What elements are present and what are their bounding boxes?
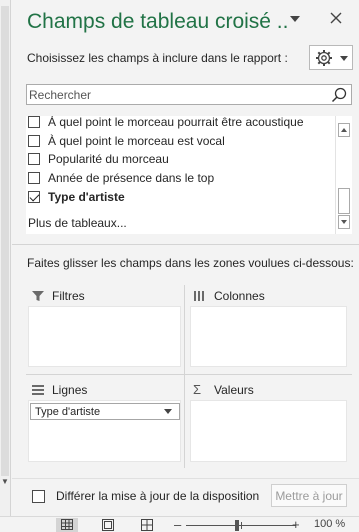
field-item[interactable]: Année de présence dans le top bbox=[28, 168, 214, 187]
field-item[interactable]: À quel point le morceau pourrait être ac… bbox=[28, 116, 304, 131]
field-item[interactable]: À quel point le morceau est vocal bbox=[28, 131, 225, 150]
row-field-label: Type d'artiste bbox=[35, 405, 101, 418]
field-label: À quel point le morceau pourrait être ac… bbox=[48, 116, 304, 129]
filters-drop-zone[interactable] bbox=[28, 306, 181, 367]
field-list-scrollbar[interactable] bbox=[335, 116, 352, 234]
field-search-box[interactable] bbox=[26, 84, 352, 105]
field-label: Popularité du morceau bbox=[48, 151, 169, 166]
section-divider bbox=[12, 244, 359, 245]
pivot-field-list-pane: Champs de tableau croisé .. Choisissez l… bbox=[12, 0, 359, 516]
values-area-header: Σ Valeurs bbox=[193, 383, 254, 397]
field-item[interactable]: Popularité du morceau bbox=[28, 149, 169, 168]
page-layout-view-icon[interactable] bbox=[97, 518, 119, 532]
field-checkbox[interactable] bbox=[28, 152, 40, 165]
close-icon[interactable] bbox=[328, 10, 344, 26]
sigma-icon: Σ bbox=[193, 382, 202, 397]
columns-icon bbox=[193, 290, 207, 302]
search-input[interactable] bbox=[27, 85, 327, 104]
defer-update-checkbox[interactable] bbox=[32, 489, 45, 503]
zoom-in-button[interactable]: + bbox=[292, 517, 300, 532]
defer-update-label: Différer la mise à jour de la dispositio… bbox=[56, 489, 260, 503]
defer-update-toggle[interactable]: Différer la mise à jour de la dispositio… bbox=[32, 489, 259, 503]
page-break-view-icon[interactable] bbox=[136, 518, 158, 532]
values-label: Valeurs bbox=[214, 383, 254, 397]
scrollbar-thumb[interactable] bbox=[338, 188, 350, 214]
chevron-down-icon[interactable] bbox=[164, 409, 172, 414]
field-checkbox-checked[interactable] bbox=[28, 190, 40, 203]
columns-drop-zone[interactable] bbox=[190, 306, 347, 367]
row-field-pill[interactable]: Type d'artiste bbox=[30, 403, 180, 420]
zoom-slider-thumb[interactable] bbox=[235, 520, 239, 531]
pane-footer: Différer la mise à jour de la dispositio… bbox=[12, 478, 359, 516]
areas-hint: Faites glisser les champs dans les zones… bbox=[27, 256, 354, 270]
columns-area-header: Colonnes bbox=[193, 289, 265, 303]
status-bar: – + 100 % bbox=[0, 516, 359, 532]
pane-options-dropdown-icon[interactable] bbox=[288, 12, 302, 26]
rows-area-header: Lignes bbox=[31, 383, 87, 397]
rows-icon bbox=[31, 384, 45, 396]
field-label: Année de présence dans le top bbox=[48, 170, 215, 185]
field-checkbox[interactable] bbox=[28, 134, 40, 147]
update-button[interactable]: Mettre à jour bbox=[271, 484, 347, 507]
scroll-down-arrow-icon[interactable]: ▼ bbox=[0, 476, 10, 488]
normal-view-icon[interactable] bbox=[56, 518, 78, 532]
sheet-vertical-scrollbar[interactable]: ▼ bbox=[0, 0, 11, 516]
filters-label: Filtres bbox=[52, 289, 85, 303]
field-list: À quel point le morceau pourrait être ac… bbox=[26, 116, 352, 234]
scroll-down-arrow-icon[interactable] bbox=[338, 215, 350, 229]
rows-label: Lignes bbox=[52, 383, 88, 397]
search-icon[interactable] bbox=[331, 87, 347, 103]
field-label: Type d'artiste bbox=[48, 189, 125, 204]
zone-divider bbox=[184, 285, 185, 468]
filters-area-header: Filtres bbox=[31, 289, 85, 303]
tools-button[interactable] bbox=[309, 45, 353, 70]
columns-label: Colonnes bbox=[214, 289, 265, 303]
field-label: À quel point le morceau est vocal bbox=[48, 133, 225, 148]
zoom-level[interactable]: 100 % bbox=[314, 518, 345, 530]
scroll-up-arrow-icon[interactable] bbox=[338, 123, 350, 137]
field-checkbox[interactable] bbox=[28, 171, 40, 184]
chevron-down-icon bbox=[340, 56, 348, 61]
pane-title: Champs de tableau croisé .. bbox=[27, 10, 289, 33]
values-drop-zone[interactable] bbox=[190, 400, 347, 462]
zoom-slider-center-mark bbox=[241, 522, 242, 529]
scrollbar-thumb[interactable] bbox=[1, 6, 9, 476]
more-tables-link[interactable]: Plus de tableaux... bbox=[28, 216, 127, 230]
gear-icon bbox=[315, 49, 333, 67]
pane-subtitle: Choisissez les champs à inclure dans le … bbox=[27, 51, 288, 65]
zoom-out-button[interactable]: – bbox=[174, 517, 181, 532]
filter-icon bbox=[31, 290, 45, 302]
field-checkbox[interactable] bbox=[28, 116, 40, 128]
field-item[interactable]: Type d'artiste bbox=[28, 187, 125, 206]
zone-divider bbox=[26, 374, 352, 375]
